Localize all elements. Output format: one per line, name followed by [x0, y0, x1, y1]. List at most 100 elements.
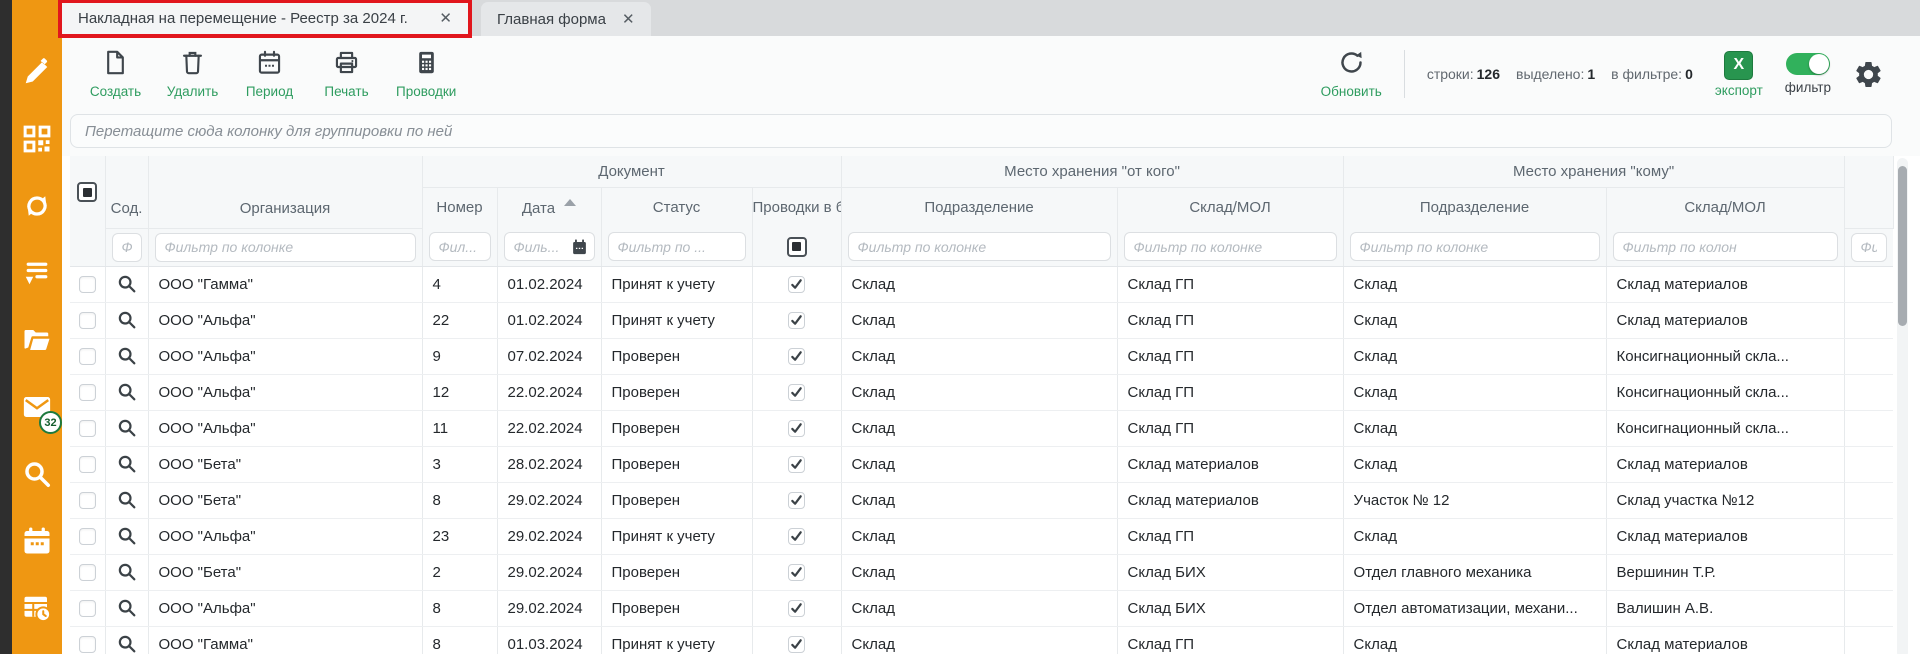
folder-icon[interactable] [22, 325, 52, 355]
edit-icon[interactable] [22, 57, 52, 87]
posted-checkbox[interactable] [788, 528, 805, 545]
sync-icon[interactable] [22, 191, 52, 221]
row-magnifier-icon[interactable] [116, 309, 138, 331]
filter-input-dep-to[interactable] [1350, 232, 1600, 261]
print-button[interactable]: Печать [319, 49, 374, 99]
filter-posted-checkbox[interactable] [787, 237, 807, 257]
tab-registry-close-icon[interactable]: ✕ [439, 9, 452, 27]
group-drop-zone[interactable]: Перетащите сюда колонку для группировки … [70, 114, 1892, 148]
table-row[interactable]: ООО "Бета" 2 29.02.2024 Проверен Склад С… [70, 554, 1893, 590]
table-row[interactable]: ООО "Альфа" 12 22.02.2024 Проверен Склад… [70, 374, 1893, 410]
row-magnifier-icon[interactable] [116, 633, 138, 654]
row-magnifier-icon[interactable] [116, 525, 138, 547]
tab-main-form-close-icon[interactable]: ✕ [622, 10, 635, 28]
row-checkbox[interactable] [79, 312, 96, 329]
posted-checkbox[interactable] [788, 348, 805, 365]
posted-checkbox[interactable] [788, 492, 805, 509]
table-row[interactable]: ООО "Бета" 3 28.02.2024 Проверен Склад С… [70, 446, 1893, 482]
list-export-icon[interactable] [22, 258, 52, 288]
table-row[interactable]: ООО "Альфа" 11 22.02.2024 Проверен Склад… [70, 410, 1893, 446]
row-checkbox[interactable] [79, 600, 96, 617]
posted-checkbox[interactable] [788, 312, 805, 329]
column-header-status[interactable]: Статус [601, 187, 752, 228]
row-checkbox[interactable] [79, 384, 96, 401]
export-button[interactable]: X экспорт [1715, 51, 1763, 98]
cell-org: ООО "Альфа" [148, 374, 422, 410]
table-row[interactable]: ООО "Альфа" 9 07.02.2024 Проверен Склад … [70, 338, 1893, 374]
row-checkbox[interactable] [79, 420, 96, 437]
filter-toggle[interactable]: фильтр [1785, 53, 1831, 95]
table-row[interactable]: ООО "Гамма" 4 01.02.2024 Принят к учету … [70, 266, 1893, 302]
column-header-date[interactable]: Дата [497, 187, 601, 228]
filter-input-sod[interactable] [112, 233, 142, 262]
search-icon[interactable] [22, 459, 52, 489]
table-row[interactable]: ООО "Гамма" 8 01.03.2024 Принят к учету … [70, 626, 1893, 654]
toggle-switch[interactable] [1786, 53, 1830, 75]
gear-icon[interactable] [1853, 59, 1884, 90]
filter-input-num[interactable] [429, 232, 491, 261]
row-checkbox[interactable] [79, 492, 96, 509]
create-button[interactable]: Создать [88, 49, 143, 99]
cell-num: 2 [422, 554, 497, 590]
column-header-wh-from[interactable]: Склад/МОЛ [1117, 187, 1343, 228]
column-header-posted[interactable]: Проводки в балансе [752, 187, 841, 228]
scrollbar-thumb[interactable] [1898, 166, 1907, 326]
filter-input-dep-from[interactable] [848, 232, 1111, 261]
table-row[interactable]: ООО "Альфа" 22 01.02.2024 Принят к учету… [70, 302, 1893, 338]
period-button[interactable]: Период [242, 49, 297, 99]
posted-checkbox[interactable] [788, 636, 805, 653]
filter-input-wh-to[interactable] [1613, 232, 1838, 261]
posted-checkbox[interactable] [788, 420, 805, 437]
cell-wh-to: Консигнационный скла... [1606, 338, 1844, 374]
row-magnifier-icon[interactable] [116, 489, 138, 511]
qr-code-icon[interactable] [22, 124, 52, 154]
mail-icon[interactable]: 32 [22, 392, 52, 422]
tab-main-form[interactable]: Главная форма ✕ [481, 2, 651, 36]
filter-input-status[interactable] [608, 232, 746, 261]
delete-button[interactable]: Удалить [165, 49, 220, 99]
filter-input-wh-from[interactable] [1124, 232, 1337, 261]
row-checkbox[interactable] [79, 456, 96, 473]
tab-registry[interactable]: Накладная на перемещение - Реестр за 202… [62, 0, 468, 36]
column-header-wh-to[interactable]: Склад/МОЛ [1606, 187, 1844, 228]
row-magnifier-icon[interactable] [116, 417, 138, 439]
row-checkbox[interactable] [79, 636, 96, 653]
postings-button[interactable]: Проводки [396, 49, 456, 99]
row-magnifier-icon[interactable] [116, 561, 138, 583]
posted-checkbox[interactable] [788, 384, 805, 401]
filter-input-date[interactable] [504, 232, 595, 261]
row-magnifier-icon[interactable] [116, 273, 138, 295]
filter-input-extra[interactable] [1851, 233, 1888, 262]
vertical-scrollbar[interactable] [1897, 158, 1908, 654]
row-magnifier-icon[interactable] [116, 453, 138, 475]
column-header-org[interactable]: Организация [148, 156, 422, 228]
row-checkbox[interactable] [79, 276, 96, 293]
row-magnifier-icon[interactable] [116, 345, 138, 367]
posted-checkbox[interactable] [788, 276, 805, 293]
column-header-dep-from[interactable]: Подразделение [841, 187, 1117, 228]
posted-checkbox[interactable] [788, 600, 805, 617]
tab-registry-label: Накладная на перемещение - Реестр за 202… [78, 10, 408, 27]
column-header-dep-to[interactable]: Подразделение [1343, 187, 1606, 228]
cell-org: ООО "Альфа" [148, 590, 422, 626]
cell-wh-to: Склад материалов [1606, 518, 1844, 554]
row-checkbox[interactable] [79, 564, 96, 581]
row-magnifier-icon[interactable] [116, 597, 138, 619]
row-checkbox[interactable] [79, 348, 96, 365]
row-checkbox[interactable] [79, 528, 96, 545]
toggle-knob [1809, 54, 1829, 74]
posted-checkbox[interactable] [788, 456, 805, 473]
table-row[interactable]: ООО "Альфа" 8 29.02.2024 Проверен Склад … [70, 590, 1893, 626]
row-magnifier-icon[interactable] [116, 381, 138, 403]
table-row[interactable]: ООО "Бета" 8 29.02.2024 Проверен Склад С… [70, 482, 1893, 518]
report-clock-icon[interactable] [22, 593, 52, 623]
calendar-icon[interactable] [22, 526, 52, 556]
main-area: Накладная на перемещение - Реестр за 202… [62, 0, 1920, 654]
column-header-sod[interactable]: Сод. [105, 156, 148, 228]
posted-checkbox[interactable] [788, 564, 805, 581]
column-header-num[interactable]: Номер [422, 187, 497, 228]
refresh-button[interactable]: Обновить [1321, 49, 1382, 99]
filter-input-org[interactable] [155, 233, 416, 262]
select-all-checkbox[interactable] [77, 182, 97, 202]
table-row[interactable]: ООО "Альфа" 23 29.02.2024 Принят к учету… [70, 518, 1893, 554]
